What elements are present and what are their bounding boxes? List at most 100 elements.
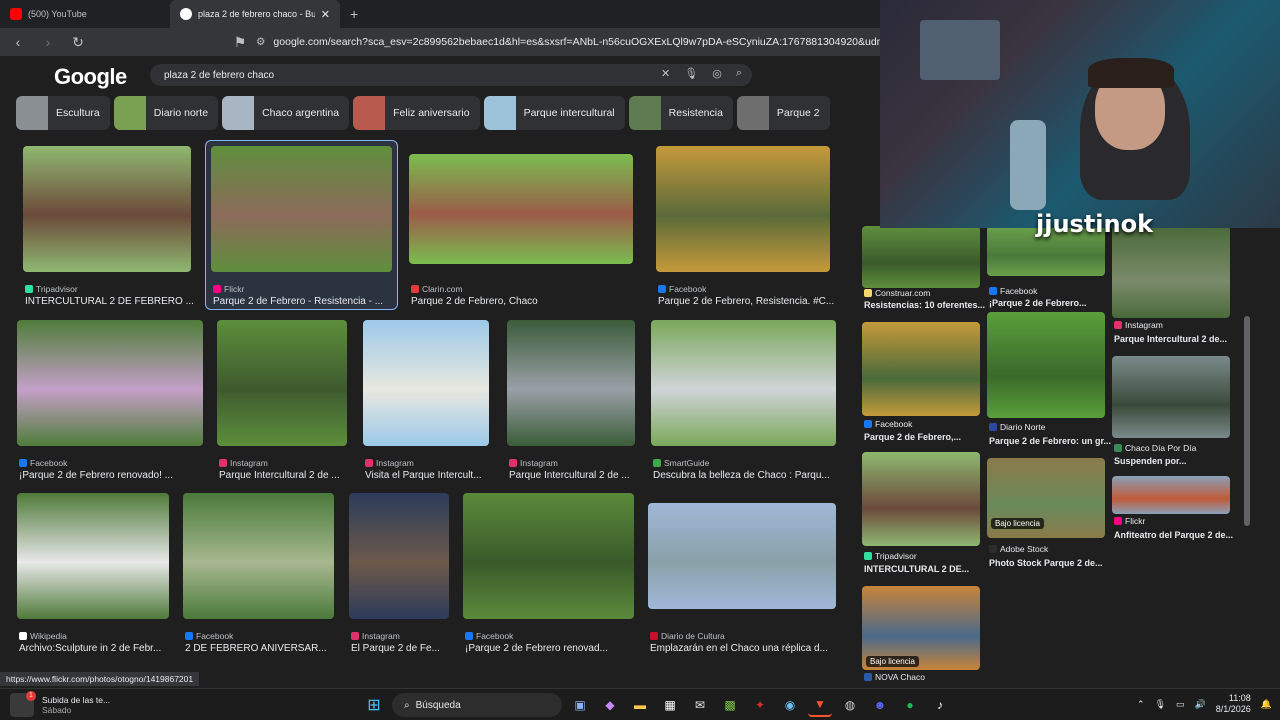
result-thumbnail[interactable]: [17, 320, 203, 446]
file-explorer-icon[interactable]: ▬: [628, 693, 652, 717]
store-icon[interactable]: ▦: [658, 693, 682, 717]
bookmark-icon[interactable]: ⚑: [232, 34, 248, 51]
related-thumbnail[interactable]: [1112, 226, 1230, 318]
chip-label: Chaco argentina: [262, 107, 340, 119]
reload-icon[interactable]: ↻: [70, 34, 86, 51]
microphone-tray-icon[interactable]: 🎙: [1155, 699, 1166, 710]
result-title[interactable]: Parque Intercultural 2 de ...: [219, 470, 359, 481]
tiktok-icon[interactable]: ♪: [928, 693, 952, 717]
taskbar-search[interactable]: ⌕ Búsqueda: [392, 693, 562, 717]
related-title[interactable]: INTERCULTURAL 2 DE...: [864, 564, 969, 574]
result-title[interactable]: Descubra la belleza de Chaco : Parqu...: [653, 470, 848, 481]
search-input[interactable]: plaza 2 de febrero chaco ✕ 🎙 ◎ ⌕: [150, 64, 752, 86]
related-searches-chips: Escultura Diario norte Chaco argentina Feli…: [16, 96, 830, 130]
photos-icon[interactable]: ▣: [568, 693, 592, 717]
result-thumbnail[interactable]: [656, 146, 830, 272]
clock[interactable]: 11:08 8/1/2026: [1216, 693, 1251, 715]
related-source: Facebook: [989, 286, 1037, 296]
related-title[interactable]: Photo Stock Parque 2 de...: [989, 558, 1103, 568]
close-tab-icon[interactable]: ✕: [321, 8, 330, 21]
result-title[interactable]: INTERCULTURAL 2 DE FEBRERO ...: [25, 296, 203, 307]
result-thumbnail[interactable]: [409, 154, 633, 264]
search-icon: ⌕: [404, 699, 410, 711]
related-source: Flickr: [1114, 516, 1145, 526]
spotify-icon[interactable]: ●: [898, 693, 922, 717]
related-title[interactable]: Suspenden por...: [1114, 456, 1187, 466]
result-thumbnail[interactable]: [349, 493, 449, 619]
notification-widget[interactable]: 1 Subida de las te... Sábado: [10, 691, 110, 717]
result-thumbnail[interactable]: [217, 320, 347, 446]
windows-start-icon[interactable]: ⊞: [362, 693, 386, 717]
side-scrollbar[interactable]: [1244, 316, 1250, 526]
related-title[interactable]: Anfiteatro del Parque 2 de...: [1114, 530, 1233, 540]
new-tab-button[interactable]: +: [340, 6, 368, 22]
related-title[interactable]: Parque 2 de Febrero,...: [864, 432, 961, 442]
related-title[interactable]: Resistencias: 10 oferentes...: [864, 300, 985, 310]
result-thumbnail[interactable]: [363, 320, 489, 446]
related-source: Chaco Día Por Día: [1114, 443, 1196, 453]
volume-icon[interactable]: 🔊: [1195, 699, 1206, 710]
hair-shape: [1088, 58, 1174, 88]
result-thumbnail[interactable]: [23, 146, 191, 272]
obs-icon[interactable]: ◍: [838, 693, 862, 717]
discord-icon[interactable]: ☻: [868, 693, 892, 717]
related-thumbnail[interactable]: [862, 452, 980, 546]
source-favicon-icon: [351, 632, 359, 640]
source-favicon-icon: [365, 459, 373, 467]
related-thumbnail[interactable]: [987, 312, 1105, 418]
related-title[interactable]: Parque Intercultural 2 de...: [1114, 334, 1227, 344]
network-icon[interactable]: ▭: [1176, 699, 1185, 710]
result-title[interactable]: Visita el Parque Intercult...: [365, 470, 505, 481]
related-thumbnail[interactable]: [862, 322, 980, 416]
related-source: Tripadvisor: [864, 551, 917, 561]
chip-5[interactable]: Resistencia: [628, 96, 733, 130]
brave-icon[interactable]: ▼: [808, 693, 832, 717]
notifications-bell-icon[interactable]: 🔔: [1261, 699, 1272, 710]
related-title[interactable]: Parque 2 de Febrero: un gr...: [989, 436, 1111, 446]
chip-4[interactable]: Parque intercultural: [483, 96, 625, 130]
result-title[interactable]: ¡Parque 2 de Febrero renovado! ...: [19, 470, 215, 481]
chip-1[interactable]: Diario norte: [113, 96, 219, 130]
result-title[interactable]: Emplazarán en el Chaco una réplica d...: [650, 643, 848, 654]
result-title[interactable]: 2 DE FEBRERO ANIVERSAR...: [185, 643, 346, 654]
lens-icon[interactable]: ◎: [712, 67, 722, 80]
related-source: Instagram: [1114, 320, 1163, 330]
google-logo[interactable]: Google: [54, 64, 127, 90]
steam-icon[interactable]: ◉: [778, 693, 802, 717]
result-thumbnail[interactable]: [648, 503, 836, 609]
mail-icon[interactable]: ✉: [688, 693, 712, 717]
site-info-icon[interactable]: ⚙: [256, 36, 265, 48]
chip-6[interactable]: Parque 2: [736, 96, 830, 130]
result-thumbnail[interactable]: [651, 320, 836, 446]
related-title[interactable]: ¡Parque 2 de Febrero...: [989, 298, 1087, 308]
chip-3[interactable]: Feliz aniversario: [353, 96, 480, 130]
result-title[interactable]: Parque 2 de Febrero, Resistencia. #C...: [658, 296, 842, 307]
result-title[interactable]: ¡Parque 2 de Febrero renovad...: [465, 643, 646, 654]
result-thumbnail[interactable]: [183, 493, 334, 619]
back-icon[interactable]: ‹: [10, 34, 26, 50]
related-thumbnail[interactable]: [1112, 476, 1230, 514]
result-title[interactable]: Parque Intercultural 2 de ...: [509, 470, 649, 481]
tab-youtube[interactable]: (500) YouTube: [0, 0, 170, 28]
result-thumbnail[interactable]: [463, 493, 634, 619]
related-thumbnail[interactable]: [1112, 356, 1230, 438]
tab-google-search[interactable]: plaza 2 de febrero chaco - Buscar c ✕: [170, 0, 340, 28]
result-title[interactable]: Parque 2 de Febrero, Chaco: [411, 296, 645, 307]
chevron-up-icon[interactable]: ⌃: [1137, 699, 1145, 710]
chip-0[interactable]: Escultura: [16, 96, 110, 130]
result-title[interactable]: Parque 2 de Febrero - Resistencia - ...: [213, 296, 404, 307]
result-thumbnail[interactable]: [507, 320, 635, 446]
forward-icon[interactable]: ›: [40, 34, 56, 50]
result-source: Facebook: [19, 458, 67, 468]
game-icon[interactable]: ▩: [718, 693, 742, 717]
microphone-icon[interactable]: 🎙: [684, 67, 698, 80]
result-thumbnail[interactable]: [17, 493, 169, 619]
clear-icon[interactable]: ✕: [661, 67, 670, 80]
search-icon[interactable]: ⌕: [736, 67, 742, 80]
result-thumbnail[interactable]: [211, 146, 392, 272]
app-red-icon[interactable]: ✦: [748, 693, 772, 717]
chip-2[interactable]: Chaco argentina: [222, 96, 350, 130]
related-thumbnail[interactable]: [862, 226, 980, 288]
result-title[interactable]: Archivo:Sculpture in 2 de Febr...: [19, 643, 181, 654]
copilot-icon[interactable]: ◆: [598, 693, 622, 717]
